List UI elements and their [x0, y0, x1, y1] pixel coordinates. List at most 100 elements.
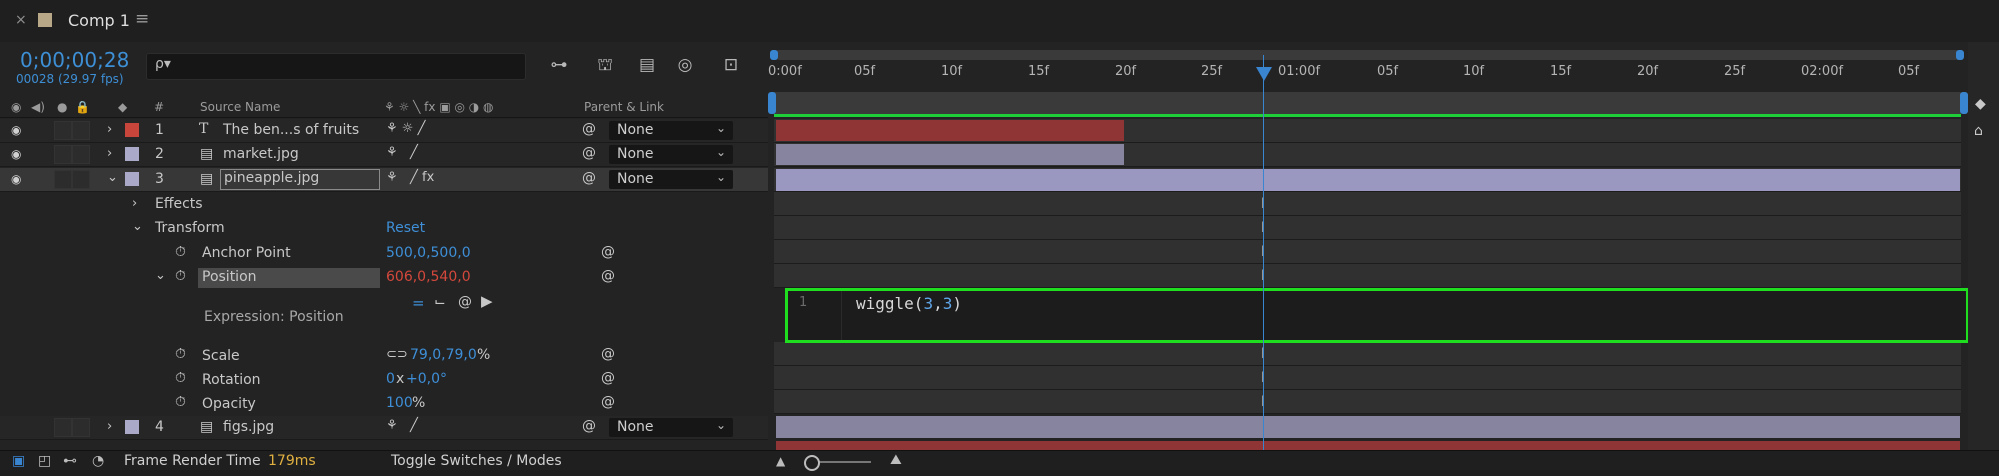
- render-time-toggle-icon[interactable]: ◔: [92, 453, 104, 469]
- parent-dropdown[interactable]: None ⌄: [609, 418, 733, 437]
- panel-menu-icon[interactable]: ≡: [135, 9, 149, 29]
- solo-toggle[interactable]: [54, 418, 72, 437]
- collapse-chevron-icon[interactable]: ⌄: [107, 170, 118, 185]
- visibility-eye-icon[interactable]: ◉: [11, 172, 21, 186]
- layer-search-input[interactable]: ρ▾: [146, 53, 526, 80]
- reset-link[interactable]: Reset: [386, 220, 425, 236]
- comp-marker-bin-icon[interactable]: ⌂: [1974, 123, 1983, 139]
- work-area-bar[interactable]: [774, 50, 1961, 60]
- work-area-start-handle[interactable]: [770, 50, 778, 60]
- lock-toggle[interactable]: [72, 170, 90, 189]
- keyframe-marker[interactable]: I: [1261, 371, 1267, 385]
- expand-chevron-icon[interactable]: ›: [107, 146, 112, 161]
- layer-name-edit[interactable]: pineapple.jpg: [220, 169, 380, 190]
- lock-toggle[interactable]: [72, 418, 90, 437]
- expand-chevron-icon[interactable]: ›: [132, 196, 137, 211]
- navigator-start-handle[interactable]: [768, 92, 776, 114]
- expression-enable-icon[interactable]: =: [412, 294, 425, 312]
- keyframe-marker[interactable]: I: [1261, 269, 1267, 283]
- layer-switches[interactable]: ⚘ ╱: [386, 145, 418, 160]
- close-tab-icon[interactable]: ×: [15, 12, 27, 28]
- property-name[interactable]: Scale: [202, 348, 240, 364]
- current-time-indicator-head[interactable]: [1256, 67, 1272, 81]
- keyframe-marker[interactable]: I: [1261, 245, 1267, 259]
- anchor-point-value[interactable]: 500,0,500,0: [386, 245, 471, 261]
- keyframe-marker[interactable]: I: [1261, 347, 1267, 361]
- expression-language-menu-icon[interactable]: ▶: [481, 292, 493, 310]
- shy-layer-icon[interactable]: ⛫: [592, 52, 618, 78]
- position-value[interactable]: 606,0,540,0: [386, 269, 471, 285]
- source-name-header[interactable]: Source Name: [200, 100, 280, 114]
- label-color[interactable]: [125, 147, 139, 161]
- frame-blend-icon[interactable]: ▤: [634, 52, 660, 78]
- stopwatch-icon[interactable]: ⏱: [175, 268, 186, 284]
- expand-chevron-icon[interactable]: ›: [107, 122, 112, 137]
- collapse-chevron-icon[interactable]: ⌄: [132, 219, 143, 234]
- parent-link-header[interactable]: Parent & Link: [584, 100, 664, 114]
- pickwhip-icon[interactable]: @: [601, 370, 615, 386]
- toggle-switches-modes-button[interactable]: Toggle Switches / Modes: [391, 453, 562, 469]
- composition-tab-title[interactable]: Comp 1: [68, 11, 130, 30]
- parent-dropdown[interactable]: None ⌄: [609, 145, 733, 164]
- graph-editor-icon[interactable]: ⊡: [718, 52, 744, 78]
- pickwhip-icon[interactable]: @: [601, 268, 615, 284]
- navigator-end-handle[interactable]: [1960, 92, 1968, 114]
- transform-group[interactable]: Transform: [155, 220, 225, 236]
- visibility-eye-icon[interactable]: ◉: [11, 147, 21, 161]
- expand-chevron-icon[interactable]: ›: [107, 419, 112, 434]
- lock-toggle[interactable]: [72, 145, 90, 164]
- pickwhip-icon[interactable]: @: [601, 394, 615, 410]
- collapse-chevron-icon[interactable]: ⌄: [155, 268, 166, 283]
- zoom-in-icon[interactable]: ⛰: [890, 452, 902, 468]
- layer-bar-next[interactable]: [776, 441, 1960, 450]
- solo-toggle[interactable]: [54, 121, 72, 140]
- visibility-eye-icon[interactable]: ◉: [11, 123, 21, 137]
- current-time-indicator[interactable]: [1263, 55, 1264, 450]
- layer-name[interactable]: The ben...s of fruits: [223, 122, 359, 138]
- work-area-end-handle[interactable]: [1956, 50, 1964, 60]
- property-name[interactable]: Rotation: [202, 372, 261, 388]
- zoom-slider-thumb[interactable]: [804, 455, 820, 471]
- parent-dropdown[interactable]: None ⌄: [609, 121, 733, 140]
- in-out-toggle-icon[interactable]: ⊷: [63, 453, 77, 469]
- layer-switches-toggle-icon[interactable]: ▣: [12, 453, 25, 469]
- stopwatch-icon[interactable]: ⏱: [175, 370, 186, 386]
- pickwhip-icon[interactable]: @: [582, 418, 596, 434]
- property-name[interactable]: Opacity: [202, 396, 256, 412]
- layer-bar-figs[interactable]: [776, 416, 1960, 438]
- expression-code[interactable]: wiggle(3,3): [856, 294, 962, 313]
- property-name[interactable]: Anchor Point: [202, 245, 291, 261]
- keyframe-marker[interactable]: I: [1261, 221, 1267, 235]
- layer-switches[interactable]: ⚘ ╱ fx: [386, 170, 434, 185]
- time-navigator[interactable]: [774, 92, 1961, 114]
- constrain-proportions-icon[interactable]: ⊂⊃: [386, 347, 408, 362]
- pickwhip-icon[interactable]: @: [582, 145, 596, 161]
- keyframe-marker[interactable]: I: [1261, 197, 1267, 211]
- layer-switches[interactable]: ⚘ ╱: [386, 418, 418, 433]
- motion-blur-icon[interactable]: ◎: [672, 52, 698, 78]
- expression-pickwhip-icon[interactable]: @: [458, 294, 472, 310]
- zoom-slider-marker-icon[interactable]: ◆: [1975, 96, 1986, 112]
- parent-dropdown[interactable]: None ⌄: [609, 170, 733, 189]
- pickwhip-icon[interactable]: @: [601, 244, 615, 260]
- rotation-revolutions[interactable]: 0: [386, 371, 395, 387]
- keyframe-marker[interactable]: I: [1261, 395, 1267, 409]
- stopwatch-icon[interactable]: ⏱: [175, 244, 186, 260]
- flowchart-icon[interactable]: ⊶: [546, 52, 572, 78]
- expression-editor[interactable]: 1 wiggle(3,3): [785, 288, 1969, 343]
- layer-name[interactable]: market.jpg: [223, 146, 299, 162]
- pickwhip-icon[interactable]: @: [582, 170, 596, 186]
- solo-toggle[interactable]: [54, 145, 72, 164]
- layer-switches[interactable]: ⚘ ☼ ╱: [386, 121, 425, 136]
- opacity-value[interactable]: 100: [386, 395, 413, 411]
- label-color[interactable]: [125, 172, 139, 186]
- transfer-controls-toggle-icon[interactable]: ◰: [38, 453, 51, 469]
- expression-graph-icon[interactable]: ⌙: [434, 294, 446, 310]
- current-timecode[interactable]: 0;00;00;28: [20, 48, 129, 72]
- property-name[interactable]: Position: [202, 269, 257, 285]
- solo-toggle[interactable]: [54, 170, 72, 189]
- layer-bar-pineapple[interactable]: [776, 169, 1960, 191]
- layer-bar-market[interactable]: [776, 144, 1124, 165]
- layer-bar-text[interactable]: [776, 120, 1124, 141]
- pickwhip-icon[interactable]: @: [582, 121, 596, 137]
